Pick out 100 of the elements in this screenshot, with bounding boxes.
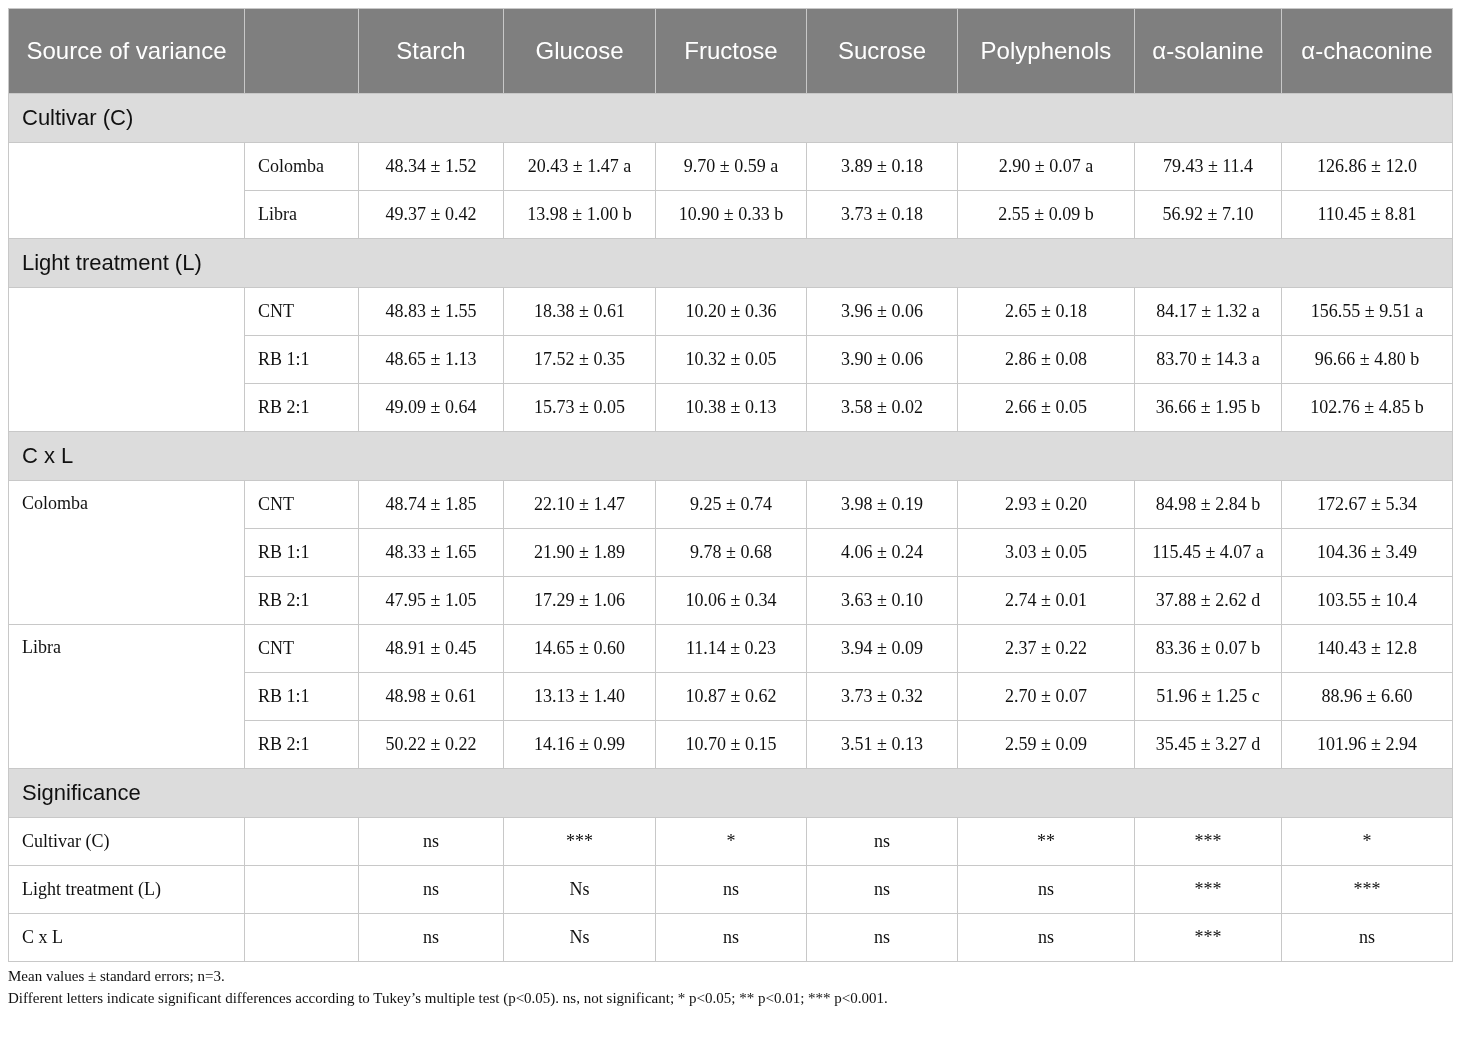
table-cell: 18.38 ± 0.61 — [503, 287, 656, 336]
section-header: Light treatment (L) — [8, 238, 1453, 288]
table-cell: 88.96 ± 6.60 — [1281, 672, 1453, 721]
table-cell: 47.95 ± 1.05 — [358, 576, 504, 625]
table-cell: 2.74 ± 0.01 — [957, 576, 1135, 625]
table-cell: 22.10 ± 1.47 — [503, 480, 656, 529]
table-cell: RB 1:1 — [244, 672, 359, 721]
table-cell: 10.06 ± 0.34 — [655, 576, 807, 625]
table-cell: 20.43 ± 1.47 a — [503, 142, 656, 191]
table-cell: 156.55 ± 9.51 a — [1281, 287, 1453, 336]
table-cell: 17.29 ± 1.06 — [503, 576, 656, 625]
table-cell: 48.65 ± 1.13 — [358, 335, 504, 384]
table-cell: 51.96 ± 1.25 c — [1134, 672, 1282, 721]
table-cell: 14.65 ± 0.60 — [503, 624, 656, 673]
table-cell: 3.94 ± 0.09 — [806, 624, 958, 673]
table-cell: 11.14 ± 0.23 — [655, 624, 807, 673]
table-cell: 3.63 ± 0.10 — [806, 576, 958, 625]
table-cell: Ns — [503, 865, 656, 914]
table-cell: CNT — [244, 287, 359, 336]
table-cell: ** — [957, 817, 1135, 866]
table-cell: 96.66 ± 4.80 b — [1281, 335, 1453, 384]
table-cell: 4.06 ± 0.24 — [806, 528, 958, 577]
table-cell: 48.34 ± 1.52 — [358, 142, 504, 191]
table-cell: 17.52 ± 0.35 — [503, 335, 656, 384]
table-cell: RB 1:1 — [244, 335, 359, 384]
table-cell: 9.25 ± 0.74 — [655, 480, 807, 529]
table-cell: *** — [503, 817, 656, 866]
table-cell: 3.51 ± 0.13 — [806, 720, 958, 769]
column-header: Glucose — [503, 8, 656, 94]
table-cell: 49.37 ± 0.42 — [358, 190, 504, 239]
table-cell: 3.96 ± 0.06 — [806, 287, 958, 336]
table-cell: 3.03 ± 0.05 — [957, 528, 1135, 577]
footnote: Mean values ± standard errors; n=3. — [8, 968, 226, 985]
table-cell: 10.70 ± 0.15 — [655, 720, 807, 769]
table-cell: * — [1281, 817, 1453, 866]
table-cell: ns — [358, 865, 504, 914]
table-cell: CNT — [244, 624, 359, 673]
table-cell: 79.43 ± 11.4 — [1134, 142, 1282, 191]
table-cell: 2.66 ± 0.05 — [957, 383, 1135, 432]
table-cell: ns — [358, 817, 504, 866]
table-cell: 115.45 ± 4.07 a — [1134, 528, 1282, 577]
table-cell: 10.38 ± 0.13 — [655, 383, 807, 432]
table-cell: 3.98 ± 0.19 — [806, 480, 958, 529]
table-cell: CNT — [244, 480, 359, 529]
table-cell: ns — [655, 913, 807, 962]
table-cell: Libra — [8, 624, 245, 769]
section-header: C x L — [8, 431, 1453, 481]
column-header: Sucrose — [806, 8, 958, 94]
table-cell: 9.78 ± 0.68 — [655, 528, 807, 577]
table-cell: *** — [1281, 865, 1453, 914]
table-cell: 140.43 ± 12.8 — [1281, 624, 1453, 673]
table-cell: 2.93 ± 0.20 — [957, 480, 1135, 529]
table-cell: Colomba — [8, 480, 245, 625]
table-cell: 101.96 ± 2.94 — [1281, 720, 1453, 769]
column-header: Fructose — [655, 8, 807, 94]
table-cell: Light treatment (L) — [8, 865, 245, 914]
table-cell: Colomba — [244, 142, 359, 191]
table-cell: 103.55 ± 10.4 — [1281, 576, 1453, 625]
table-cell: *** — [1134, 913, 1282, 962]
table-cell: 2.59 ± 0.09 — [957, 720, 1135, 769]
table-cell: 56.92 ± 7.10 — [1134, 190, 1282, 239]
table-cell: 84.98 ± 2.84 b — [1134, 480, 1282, 529]
table-cell: 48.83 ± 1.55 — [358, 287, 504, 336]
table-cell: 36.66 ± 1.95 b — [1134, 383, 1282, 432]
column-header: Polyphenols — [957, 8, 1135, 94]
table-cell: 15.73 ± 0.05 — [503, 383, 656, 432]
table-cell: ns — [358, 913, 504, 962]
table-cell: 2.70 ± 0.07 — [957, 672, 1135, 721]
table-cell: 83.36 ± 0.07 b — [1134, 624, 1282, 673]
table-cell: ns — [957, 865, 1135, 914]
table-cell: 13.98 ± 1.00 b — [503, 190, 656, 239]
table-cell: 48.98 ± 0.61 — [358, 672, 504, 721]
table-cell: 2.37 ± 0.22 — [957, 624, 1135, 673]
table-cell: 110.45 ± 8.81 — [1281, 190, 1453, 239]
table-cell: ns — [806, 817, 958, 866]
table-cell: ns — [806, 865, 958, 914]
section-header: Significance — [8, 768, 1453, 818]
column-header: α-solanine — [1134, 8, 1282, 94]
table-cell: 126.86 ± 12.0 — [1281, 142, 1453, 191]
table-cell: RB 2:1 — [244, 576, 359, 625]
table-cell: 10.90 ± 0.33 b — [655, 190, 807, 239]
table-cell: ns — [806, 913, 958, 962]
table-cell: ns — [1281, 913, 1453, 962]
column-header: Starch — [358, 8, 504, 94]
table-cell: 10.32 ± 0.05 — [655, 335, 807, 384]
table-cell: 2.65 ± 0.18 — [957, 287, 1135, 336]
column-header: α-chaconine — [1281, 8, 1453, 94]
table-cell: 49.09 ± 0.64 — [358, 383, 504, 432]
table-cell: RB 1:1 — [244, 528, 359, 577]
table-cell: RB 2:1 — [244, 383, 359, 432]
table-cell: 3.90 ± 0.06 — [806, 335, 958, 384]
table-cell: ns — [957, 913, 1135, 962]
table-cell: 35.45 ± 3.27 d — [1134, 720, 1282, 769]
table-cell: 3.73 ± 0.18 — [806, 190, 958, 239]
table-cell: Ns — [503, 913, 656, 962]
table-cell: 9.70 ± 0.59 a — [655, 142, 807, 191]
table-cell: 2.86 ± 0.08 — [957, 335, 1135, 384]
table-cell: 10.20 ± 0.36 — [655, 287, 807, 336]
table-cell: 37.88 ± 2.62 d — [1134, 576, 1282, 625]
table-cell: ns — [655, 865, 807, 914]
